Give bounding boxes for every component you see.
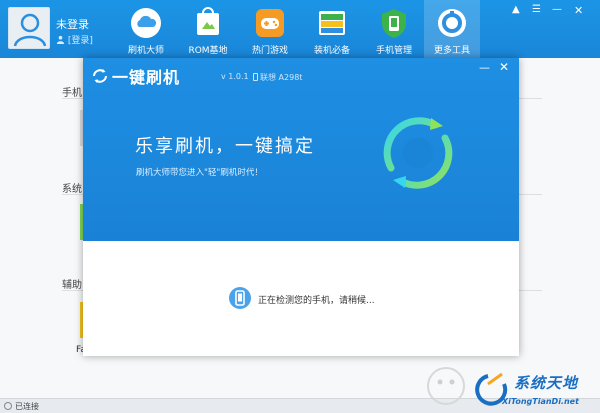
dialog-close-icon[interactable]: ✕ (499, 60, 509, 74)
connection-status-icon (4, 402, 12, 410)
user-silhouette-icon (13, 13, 47, 47)
detecting-status: 正在检测您的手机，请稍候... (258, 296, 375, 306)
dialog-minimize-icon[interactable]: — (479, 61, 490, 74)
nav-label: 装机必备 (313, 46, 350, 56)
watermark-url: XiTongTianDi.net (502, 397, 579, 406)
person-icon (56, 35, 65, 44)
nav-item-phone-manager[interactable]: 手机管理 (366, 0, 422, 58)
username: 未登录 (56, 18, 89, 31)
minimize-icon[interactable]: — (552, 4, 562, 15)
nav-item-rom-base[interactable]: ROM基地 (180, 0, 236, 58)
watermark-name: 系统天地 (514, 374, 579, 392)
nav-label: 刷机大师 (127, 46, 164, 56)
version-label: v 1.0.1 (221, 72, 249, 81)
top-toolbar: 未登录 [登录] 刷机大师 ROM基地 热门游戏 装机必备 手机管理 更多工具 … (0, 0, 600, 58)
tools-icon (438, 9, 466, 37)
nav-item-hot-games[interactable]: 热门游戏 (242, 0, 298, 58)
device-name: 联想 A298t (260, 73, 303, 82)
dialog-title: 一键刷机 (112, 68, 181, 87)
device-label: 联想 A298t (253, 72, 302, 83)
rom-shop-icon (197, 7, 219, 35)
gamepad-icon (256, 9, 284, 37)
nav-item-flash-master[interactable]: 刷机大师 (118, 0, 174, 58)
skin-icon[interactable]: ▲ (512, 4, 520, 15)
nav-label: ROM基地 (188, 46, 228, 56)
avatar[interactable] (8, 7, 50, 49)
close-icon[interactable]: ✕ (574, 4, 583, 17)
nav-label: 热门游戏 (251, 46, 288, 56)
section-title: 系统 (62, 184, 82, 195)
nav-label: 更多工具 (433, 46, 470, 56)
apps-icon (319, 11, 345, 35)
section-title: 手机 (62, 88, 82, 99)
cloud-icon (131, 8, 161, 38)
refresh-icon (93, 69, 107, 83)
phone-icon (253, 73, 258, 81)
login-label: [登录] (67, 36, 93, 46)
headline: 乐享刷机，一键搞定 (135, 136, 315, 157)
nav-item-essentials[interactable]: 装机必备 (304, 0, 360, 58)
loading-spinner-icon (383, 117, 453, 189)
section-title: 辅助 (62, 280, 82, 291)
status-text: 已连接 (15, 402, 39, 411)
tagline: 刷机大师带您进入"轻"刷机时代！ (136, 168, 263, 178)
user-panel[interactable]: 未登录 [登录] (8, 7, 120, 51)
login-link[interactable]: [登录] (56, 33, 93, 46)
phone-detect-icon (229, 287, 251, 309)
one-click-flash-dialog: 一键刷机 v 1.0.1 联想 A298t — ✕ 乐享刷机，一键搞定 刷机大师… (83, 58, 519, 356)
dialog-header: 一键刷机 v 1.0.1 联想 A298t — ✕ 乐享刷机，一键搞定 刷机大师… (83, 58, 519, 241)
nav-item-more-tools[interactable]: 更多工具 (424, 0, 480, 58)
shield-icon (382, 9, 406, 38)
menu-icon[interactable]: ☰ (532, 4, 541, 15)
